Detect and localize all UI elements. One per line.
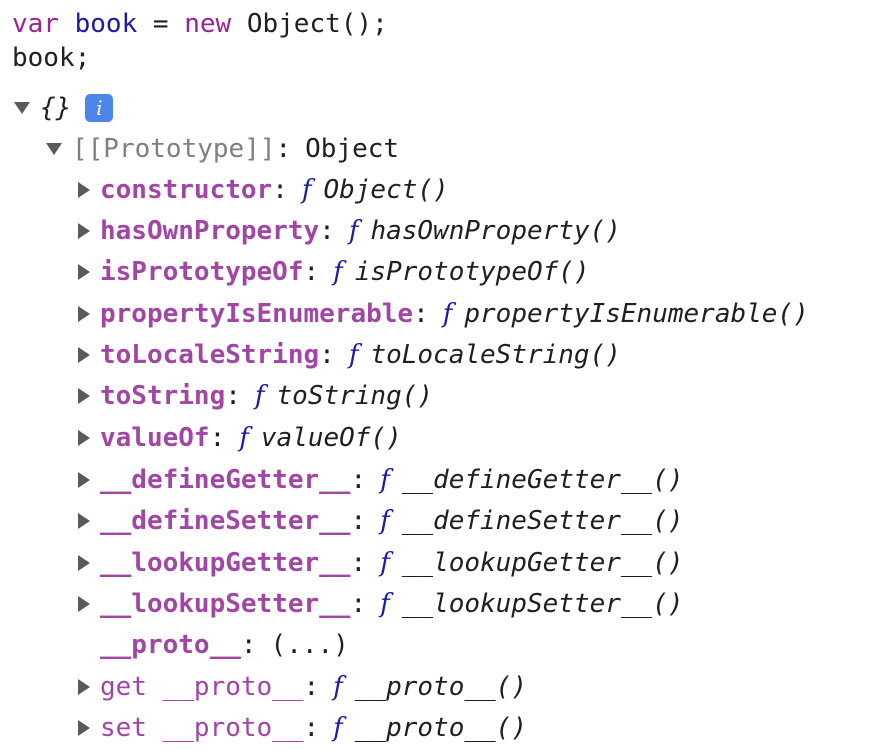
getter-row[interactable]: get __proto__ : f __proto__()	[78, 667, 527, 707]
function-signature: Object()	[323, 175, 449, 205]
property-row[interactable]: toLocaleString : f toLocaleString()	[78, 335, 621, 375]
property-row[interactable]: __defineGetter__ : f __defineGetter__()	[78, 460, 684, 500]
property-colon: :	[303, 257, 320, 287]
expand-right-icon[interactable]	[78, 430, 90, 446]
getter-key: get __proto__	[100, 672, 304, 702]
setter-colon: :	[303, 713, 320, 743]
proto-accessor-row[interactable]: __proto__ : (...)	[78, 625, 349, 665]
expand-right-icon[interactable]	[78, 555, 90, 571]
object-root-label: {}	[40, 93, 72, 123]
property-colon: :	[413, 299, 429, 329]
property-colon: :	[350, 589, 367, 619]
property-colon: :	[350, 465, 367, 495]
function-f-icon: f	[301, 175, 312, 205]
constructor-call: Object();	[246, 9, 388, 39]
function-signature: toString()	[276, 381, 434, 411]
expand-down-icon[interactable]	[46, 143, 62, 155]
property-row[interactable]: __defineSetter__ : f __defineSetter__()	[78, 501, 684, 541]
operator-equals: =	[152, 9, 169, 39]
function-f-icon: f	[442, 299, 453, 329]
property-row[interactable]: propertyIsEnumerable : f propertyIsEnume…	[78, 294, 809, 334]
expand-down-icon[interactable]	[14, 102, 30, 114]
property-colon: :	[209, 423, 226, 453]
function-f-icon: f	[348, 340, 359, 370]
setter-row[interactable]: set __proto__ : f __proto__()	[78, 708, 527, 748]
function-f-icon: f	[239, 423, 249, 453]
function-f-icon: f	[380, 548, 390, 578]
property-colon: :	[350, 548, 367, 578]
expand-right-icon[interactable]	[78, 347, 90, 363]
proto-accessor-value[interactable]: (...)	[271, 625, 349, 665]
property-row[interactable]: isPrototypeOf : f isPrototypeOf()	[78, 252, 590, 292]
property-row[interactable]: __lookupGetter__ : f __lookupGetter__()	[78, 543, 684, 583]
function-f-icon: f	[380, 589, 390, 619]
property-key: __lookupSetter__	[100, 589, 351, 619]
property-key: __defineSetter__	[100, 506, 351, 536]
property-key: valueOf	[100, 423, 210, 453]
property-key: __defineGetter__	[100, 465, 351, 495]
getter-signature: __proto__()	[354, 672, 527, 702]
property-key: toString	[100, 381, 226, 411]
function-signature: isPrototypeOf()	[354, 257, 590, 287]
property-colon: :	[272, 175, 288, 205]
property-colon: :	[350, 506, 367, 536]
function-signature: __defineSetter__()	[401, 506, 684, 536]
property-colon: :	[319, 216, 335, 246]
property-key: isPrototypeOf	[100, 257, 304, 287]
info-icon[interactable]: i	[85, 94, 114, 122]
expand-right-icon[interactable]	[78, 388, 90, 404]
function-signature: valueOf()	[260, 423, 402, 453]
function-f-icon: f	[333, 257, 343, 287]
function-f-icon: f	[254, 381, 265, 411]
expression-book: book;	[12, 43, 91, 73]
object-root-row[interactable]: {} i	[14, 88, 114, 128]
property-key: hasOwnProperty	[100, 216, 320, 246]
prototype-colon: :	[275, 134, 292, 164]
proto-accessor-colon: :	[240, 630, 257, 660]
prototype-key: [[Prototype]]	[72, 134, 276, 164]
function-signature: __defineGetter__()	[401, 465, 684, 495]
function-signature: __lookupGetter__()	[401, 548, 684, 578]
function-signature: __lookupSetter__()	[401, 589, 684, 619]
property-row[interactable]: constructor : f Object()	[78, 170, 449, 210]
function-signature: hasOwnProperty()	[370, 216, 621, 246]
property-row[interactable]: toString : f toString()	[78, 376, 433, 416]
expand-right-icon[interactable]	[78, 264, 90, 280]
expand-right-icon[interactable]	[78, 679, 90, 695]
property-colon: :	[225, 381, 241, 411]
expand-right-icon[interactable]	[78, 182, 90, 198]
function-f-icon: f	[380, 506, 390, 536]
property-row[interactable]: __lookupSetter__ : f __lookupSetter__()	[78, 584, 684, 624]
function-signature: propertyIsEnumerable()	[464, 299, 809, 329]
function-f-icon: f	[348, 216, 359, 246]
expand-right-icon[interactable]	[78, 472, 90, 488]
expand-right-icon[interactable]	[78, 720, 90, 736]
proto-accessor-key: __proto__	[100, 630, 241, 660]
property-key: toLocaleString	[100, 340, 320, 370]
setter-key: set __proto__	[100, 713, 304, 743]
expand-right-icon[interactable]	[78, 596, 90, 612]
property-row[interactable]: hasOwnProperty : f hasOwnProperty()	[78, 211, 621, 251]
function-signature: toLocaleString()	[370, 340, 621, 370]
property-row[interactable]: valueOf : f valueOf()	[78, 418, 402, 458]
expand-right-icon[interactable]	[78, 513, 90, 529]
setter-signature: __proto__()	[354, 713, 527, 743]
function-f-icon: f	[333, 713, 343, 743]
code-line-2: book;	[12, 38, 90, 78]
prototype-value: Object	[305, 134, 400, 164]
function-f-icon: f	[380, 465, 390, 495]
getter-colon: :	[303, 672, 320, 702]
prototype-row[interactable]: [[Prototype]] : Object	[46, 129, 399, 169]
property-key: propertyIsEnumerable	[100, 299, 414, 329]
expand-right-icon[interactable]	[78, 306, 90, 322]
keyword-new: new	[184, 9, 232, 39]
expand-right-icon[interactable]	[78, 223, 90, 239]
property-colon: :	[319, 340, 335, 370]
property-key: constructor	[100, 175, 273, 205]
function-f-icon: f	[333, 672, 343, 702]
property-key: __lookupGetter__	[100, 548, 351, 578]
